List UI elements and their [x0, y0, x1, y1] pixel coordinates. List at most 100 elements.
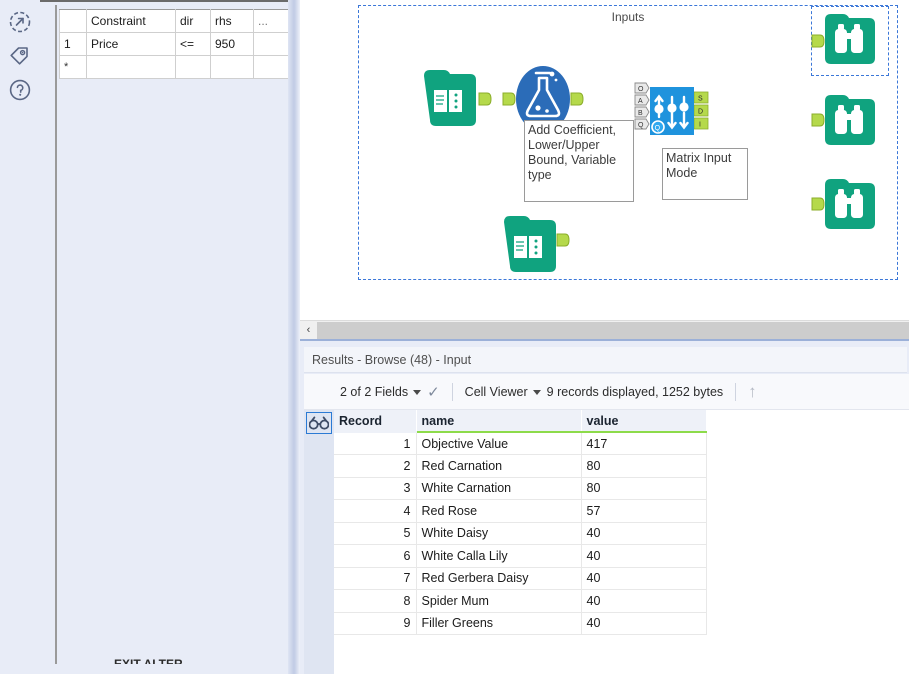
results-panel: Results - Browse (48) - Input 2 of 2 Fie…	[300, 339, 909, 674]
grid-col-dir[interactable]: dir	[175, 9, 211, 33]
input-port[interactable]	[811, 112, 825, 128]
grid-cell-constraint[interactable]: Price	[86, 32, 176, 56]
share-circle-icon[interactable]	[6, 8, 34, 36]
grid-cell-rownum: 1	[59, 32, 87, 56]
left-icon-rail	[0, 0, 40, 674]
bottom-cut-text: EXIT ALTER	[114, 658, 244, 664]
cell-record: 3	[334, 477, 417, 500]
expand-up-icon[interactable]: ↑	[748, 382, 757, 402]
cell-value[interactable]: 57	[581, 499, 707, 523]
configuration-panel-inner: Constraint dir rhs ... 1 Price <= 950 *	[55, 5, 291, 664]
cell-value[interactable]: 40	[581, 589, 707, 613]
cell-value[interactable]: 40	[581, 612, 707, 635]
table-row[interactable]: 8 Spider Mum 40	[334, 589, 707, 613]
cell-record: 7	[334, 567, 417, 590]
table-row[interactable]: 1 Objective Value 417	[334, 432, 707, 455]
grid-cell-rhs[interactable]: 950	[210, 32, 254, 56]
table-row[interactable]: 5 White Daisy 40	[334, 522, 707, 545]
canvas-horizontal-scrollbar[interactable]: ‹	[300, 320, 909, 339]
table-row[interactable]: 7 Red Gerbera Daisy 40	[334, 567, 707, 590]
binoculars-icon	[825, 179, 875, 229]
cell-record: 1	[334, 432, 417, 455]
cell-value[interactable]: 40	[581, 522, 707, 545]
chevron-down-icon[interactable]	[413, 389, 422, 395]
grid-cell-more[interactable]	[253, 32, 291, 56]
browse-tool-icon[interactable]	[306, 412, 332, 434]
cell-value[interactable]: 40	[581, 567, 707, 590]
help-question-icon[interactable]	[6, 76, 34, 104]
panel-splitter-vertical[interactable]	[288, 0, 300, 674]
cell-record: 6	[334, 544, 417, 568]
cell-record: 2	[334, 454, 417, 478]
cell-name[interactable]: Filler Greens	[416, 612, 582, 635]
table-row[interactable]: 6 White Calla Lily 40	[334, 544, 707, 568]
col-header-name[interactable]: name	[416, 410, 582, 433]
grid-col-constraint[interactable]: Constraint	[86, 9, 176, 33]
add-coefficient-annotation[interactable]: Add Coefficient, Lower/Upper Bound, Vari…	[524, 120, 634, 202]
grid-new-cell-dir[interactable]	[175, 55, 211, 79]
constraint-grid-new-row[interactable]: *	[59, 55, 291, 79]
fields-selector-label: 2 of 2 Fields	[340, 385, 409, 399]
results-data-grid[interactable]: Record name value 1 Objective Value 417 …	[334, 410, 909, 674]
cell-name[interactable]: White Carnation	[416, 477, 582, 500]
viewer-selector[interactable]: Cell Viewer	[465, 385, 541, 399]
col-header-value[interactable]: value	[581, 410, 707, 433]
toolbar-separator-1	[451, 383, 453, 401]
scroll-track[interactable]	[317, 321, 909, 339]
grid-new-cell-more[interactable]	[253, 55, 291, 79]
cell-value[interactable]: 40	[581, 544, 707, 568]
cell-name[interactable]: Red Rose	[416, 499, 582, 523]
constraint-grid[interactable]: Constraint dir rhs ... 1 Price <= 950 *	[59, 9, 291, 79]
input-port[interactable]	[502, 91, 516, 107]
scroll-left-button[interactable]: ‹	[300, 321, 317, 339]
results-toolbar: 2 of 2 Fields ✓ Cell Viewer 9 records di…	[304, 374, 909, 410]
table-row[interactable]: 9 Filler Greens 40	[334, 612, 707, 635]
results-table: Record name value 1 Objective Value 417 …	[334, 410, 707, 635]
viewer-selector-label: Cell Viewer	[464, 385, 528, 399]
table-row[interactable]: 3 White Carnation 80	[334, 477, 707, 500]
matrix-input-ports[interactable]: O A B Q	[634, 82, 650, 154]
binoculars-icon	[825, 14, 875, 64]
chevron-down-icon[interactable]	[532, 389, 541, 395]
cell-value[interactable]: 80	[581, 454, 707, 478]
cell-name[interactable]: White Daisy	[416, 522, 582, 545]
cell-name[interactable]: White Calla Lily	[416, 544, 582, 568]
matrix-icon: Q	[650, 87, 694, 135]
grid-new-cell-rhs[interactable]	[210, 55, 254, 79]
cell-value[interactable]: 80	[581, 477, 707, 500]
browse-node-2[interactable]	[811, 92, 877, 150]
cell-name[interactable]: Spider Mum	[416, 589, 582, 613]
matrix-input-mode-annotation[interactable]: Matrix Input Mode	[662, 148, 748, 200]
cell-value[interactable]: 417	[581, 432, 707, 455]
col-header-record[interactable]: Record	[334, 410, 417, 433]
workflow-canvas[interactable]: Inputs O A B Q Q S D I Add Coefficient, …	[300, 0, 909, 320]
checkmark-icon[interactable]: ✓	[427, 383, 440, 401]
browse-node-3[interactable]	[811, 176, 877, 234]
browse-node-1[interactable]	[811, 11, 877, 69]
results-table-header-row: Record name value	[334, 410, 707, 433]
output-port[interactable]	[556, 232, 570, 248]
grid-cell-dir[interactable]: <=	[175, 32, 211, 56]
input-port[interactable]	[811, 33, 825, 49]
output-port[interactable]	[570, 91, 584, 107]
grid-col-rhs[interactable]: rhs	[210, 9, 254, 33]
toolbar-separator-2	[735, 383, 737, 401]
grid-col-more[interactable]: ...	[253, 9, 291, 33]
constraint-grid-row[interactable]: 1 Price <= 950	[59, 32, 291, 56]
grid-new-cell-constraint[interactable]	[86, 55, 176, 79]
cell-name[interactable]: Red Gerbera Daisy	[416, 567, 582, 590]
input-port[interactable]	[811, 196, 825, 212]
table-row[interactable]: 2 Red Carnation 80	[334, 454, 707, 478]
output-port[interactable]	[478, 91, 492, 107]
fields-selector[interactable]: 2 of 2 Fields	[340, 385, 422, 399]
cell-name[interactable]: Red Carnation	[416, 454, 582, 478]
input-data-node-1[interactable]	[422, 66, 492, 132]
svg-text:S: S	[698, 96, 703, 103]
matrix-output-ports[interactable]: S D I	[694, 91, 710, 151]
svg-text:O: O	[638, 86, 644, 93]
tag-icon[interactable]	[6, 42, 34, 70]
cell-name[interactable]: Objective Value	[416, 432, 582, 455]
table-row[interactable]: 4 Red Rose 57	[334, 499, 707, 523]
input-data-node-2[interactable]	[502, 212, 570, 278]
grid-new-row-marker: *	[59, 55, 87, 79]
